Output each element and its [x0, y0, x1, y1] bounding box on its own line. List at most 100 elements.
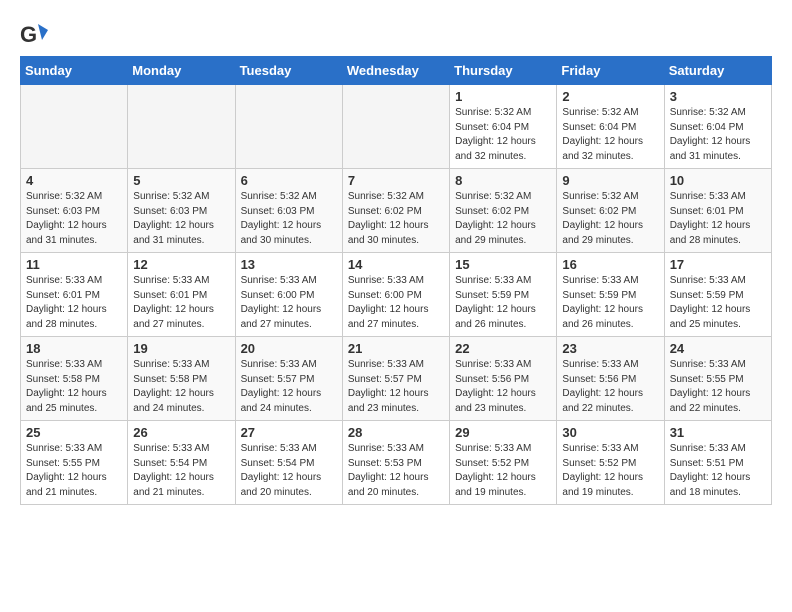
day-number: 24	[670, 341, 766, 356]
day-number: 15	[455, 257, 551, 272]
day-number: 10	[670, 173, 766, 188]
calendar-cell: 16 Sunrise: 5:33 AM Sunset: 5:59 PM Dayli…	[557, 253, 664, 337]
header-sunday: Sunday	[21, 57, 128, 85]
day-number: 14	[348, 257, 444, 272]
day-info: Sunrise: 5:33 AM Sunset: 5:57 PM Dayligh…	[241, 358, 337, 416]
calendar-header-row: SundayMondayTuesdayWednesdayThursdayFrid…	[21, 57, 772, 85]
logo-icon: G	[20, 20, 48, 48]
calendar-cell: 7Sunrise: 5:32 AM Sunset: 6:02 PM Daylig…	[342, 169, 449, 253]
calendar-cell	[235, 85, 342, 169]
day-number: 29	[455, 425, 551, 440]
calendar-cell: 17 Sunrise: 5:33 AM Sunset: 5:59 PM Dayli…	[664, 253, 771, 337]
day-info: Sunrise: 5:33 AM Sunset: 5:52 PM Dayligh…	[562, 442, 658, 500]
day-info: Sunrise: 5:33 AM Sunset: 6:00 PM Dayligh…	[241, 274, 337, 332]
calendar-cell	[342, 85, 449, 169]
day-info: Sunrise: 5:33 AM Sunset: 5:59 PM Dayligh…	[562, 274, 658, 332]
calendar-cell: 24 Sunrise: 5:33 AM Sunset: 5:55 PM Dayli…	[664, 337, 771, 421]
day-number: 17	[670, 257, 766, 272]
calendar-cell: 21 Sunrise: 5:33 AM Sunset: 5:57 PM Dayli…	[342, 337, 449, 421]
day-info: Sunrise: 5:33 AM Sunset: 5:59 PM Dayligh…	[455, 274, 551, 332]
day-info: Sunrise: 5:33 AM Sunset: 5:58 PM Dayligh…	[26, 358, 122, 416]
day-number: 26	[133, 425, 229, 440]
calendar-cell	[128, 85, 235, 169]
day-number: 28	[348, 425, 444, 440]
day-number: 4	[26, 173, 122, 188]
day-info: Sunrise: 5:33 AM Sunset: 5:52 PM Dayligh…	[455, 442, 551, 500]
day-info: Sunrise: 5:33 AM Sunset: 5:56 PM Dayligh…	[562, 358, 658, 416]
calendar-cell: 25Sunrise: 5:33 AM Sunset: 5:55 PM Dayli…	[21, 421, 128, 505]
calendar-cell: 28Sunrise: 5:33 AM Sunset: 5:53 PM Dayli…	[342, 421, 449, 505]
svg-text:G: G	[20, 22, 37, 47]
calendar-cell: 18Sunrise: 5:33 AM Sunset: 5:58 PM Dayli…	[21, 337, 128, 421]
day-info: Sunrise: 5:33 AM Sunset: 6:01 PM Dayligh…	[26, 274, 122, 332]
day-number: 6	[241, 173, 337, 188]
day-number: 12	[133, 257, 229, 272]
calendar-cell: 2 Sunrise: 5:32 AM Sunset: 6:04 PM Daylig…	[557, 85, 664, 169]
day-number: 23	[562, 341, 658, 356]
header-tuesday: Tuesday	[235, 57, 342, 85]
header-monday: Monday	[128, 57, 235, 85]
calendar-cell: 12 Sunrise: 5:33 AM Sunset: 6:01 PM Dayli…	[128, 253, 235, 337]
day-info: Sunrise: 5:32 AM Sunset: 6:02 PM Dayligh…	[562, 190, 658, 248]
day-info: Sunrise: 5:33 AM Sunset: 6:00 PM Dayligh…	[348, 274, 444, 332]
day-number: 30	[562, 425, 658, 440]
calendar-cell: 19 Sunrise: 5:33 AM Sunset: 5:58 PM Dayli…	[128, 337, 235, 421]
calendar-cell	[21, 85, 128, 169]
calendar-table: SundayMondayTuesdayWednesdayThursdayFrid…	[20, 56, 772, 505]
week-row-3: 18Sunrise: 5:33 AM Sunset: 5:58 PM Dayli…	[21, 337, 772, 421]
page-header: G	[20, 20, 772, 48]
day-number: 5	[133, 173, 229, 188]
header-saturday: Saturday	[664, 57, 771, 85]
calendar-cell: 15 Sunrise: 5:33 AM Sunset: 5:59 PM Dayli…	[450, 253, 557, 337]
day-number: 27	[241, 425, 337, 440]
day-info: Sunrise: 5:33 AM Sunset: 5:55 PM Dayligh…	[26, 442, 122, 500]
calendar-cell: 29 Sunrise: 5:33 AM Sunset: 5:52 PM Dayli…	[450, 421, 557, 505]
calendar-cell: 20 Sunrise: 5:33 AM Sunset: 5:57 PM Dayli…	[235, 337, 342, 421]
day-info: Sunrise: 5:33 AM Sunset: 5:54 PM Dayligh…	[241, 442, 337, 500]
calendar-cell: 31Sunrise: 5:33 AM Sunset: 5:51 PM Dayli…	[664, 421, 771, 505]
calendar-cell: 22Sunrise: 5:33 AM Sunset: 5:56 PM Dayli…	[450, 337, 557, 421]
week-row-1: 4 Sunrise: 5:32 AM Sunset: 6:03 PM Daylig…	[21, 169, 772, 253]
day-info: Sunrise: 5:33 AM Sunset: 5:58 PM Dayligh…	[133, 358, 229, 416]
day-info: Sunrise: 5:33 AM Sunset: 5:54 PM Dayligh…	[133, 442, 229, 500]
day-info: Sunrise: 5:33 AM Sunset: 6:01 PM Dayligh…	[670, 190, 766, 248]
day-number: 20	[241, 341, 337, 356]
header-friday: Friday	[557, 57, 664, 85]
day-number: 3	[670, 89, 766, 104]
day-info: Sunrise: 5:32 AM Sunset: 6:04 PM Dayligh…	[670, 106, 766, 164]
day-number: 19	[133, 341, 229, 356]
day-info: Sunrise: 5:32 AM Sunset: 6:03 PM Dayligh…	[241, 190, 337, 248]
calendar-cell: 26 Sunrise: 5:33 AM Sunset: 5:54 PM Dayli…	[128, 421, 235, 505]
day-info: Sunrise: 5:32 AM Sunset: 6:03 PM Dayligh…	[26, 190, 122, 248]
day-info: Sunrise: 5:33 AM Sunset: 5:59 PM Dayligh…	[670, 274, 766, 332]
calendar-cell: 10 Sunrise: 5:33 AM Sunset: 6:01 PM Dayli…	[664, 169, 771, 253]
calendar-cell: 30 Sunrise: 5:33 AM Sunset: 5:52 PM Dayli…	[557, 421, 664, 505]
day-info: Sunrise: 5:32 AM Sunset: 6:02 PM Dayligh…	[348, 190, 444, 248]
calendar-cell: 14 Sunrise: 5:33 AM Sunset: 6:00 PM Dayli…	[342, 253, 449, 337]
week-row-0: 1Sunrise: 5:32 AM Sunset: 6:04 PM Daylig…	[21, 85, 772, 169]
day-number: 11	[26, 257, 122, 272]
calendar-cell: 11 Sunrise: 5:33 AM Sunset: 6:01 PM Dayli…	[21, 253, 128, 337]
day-info: Sunrise: 5:33 AM Sunset: 5:57 PM Dayligh…	[348, 358, 444, 416]
day-number: 21	[348, 341, 444, 356]
day-number: 16	[562, 257, 658, 272]
calendar-cell: 4 Sunrise: 5:32 AM Sunset: 6:03 PM Daylig…	[21, 169, 128, 253]
calendar-cell: 23 Sunrise: 5:33 AM Sunset: 5:56 PM Dayli…	[557, 337, 664, 421]
calendar-cell: 8 Sunrise: 5:32 AM Sunset: 6:02 PM Daylig…	[450, 169, 557, 253]
week-row-2: 11 Sunrise: 5:33 AM Sunset: 6:01 PM Dayli…	[21, 253, 772, 337]
day-info: Sunrise: 5:32 AM Sunset: 6:04 PM Dayligh…	[562, 106, 658, 164]
calendar-cell: 3 Sunrise: 5:32 AM Sunset: 6:04 PM Daylig…	[664, 85, 771, 169]
day-info: Sunrise: 5:32 AM Sunset: 6:03 PM Dayligh…	[133, 190, 229, 248]
day-number: 8	[455, 173, 551, 188]
day-info: Sunrise: 5:32 AM Sunset: 6:02 PM Dayligh…	[455, 190, 551, 248]
day-number: 2	[562, 89, 658, 104]
calendar-cell: 9 Sunrise: 5:32 AM Sunset: 6:02 PM Daylig…	[557, 169, 664, 253]
calendar-body: 1Sunrise: 5:32 AM Sunset: 6:04 PM Daylig…	[21, 85, 772, 505]
day-info: Sunrise: 5:33 AM Sunset: 5:55 PM Dayligh…	[670, 358, 766, 416]
day-number: 31	[670, 425, 766, 440]
day-info: Sunrise: 5:33 AM Sunset: 5:56 PM Dayligh…	[455, 358, 551, 416]
day-number: 9	[562, 173, 658, 188]
day-info: Sunrise: 5:33 AM Sunset: 6:01 PM Dayligh…	[133, 274, 229, 332]
calendar-cell: 13Sunrise: 5:33 AM Sunset: 6:00 PM Dayli…	[235, 253, 342, 337]
calendar-cell: 27 Sunrise: 5:33 AM Sunset: 5:54 PM Dayli…	[235, 421, 342, 505]
